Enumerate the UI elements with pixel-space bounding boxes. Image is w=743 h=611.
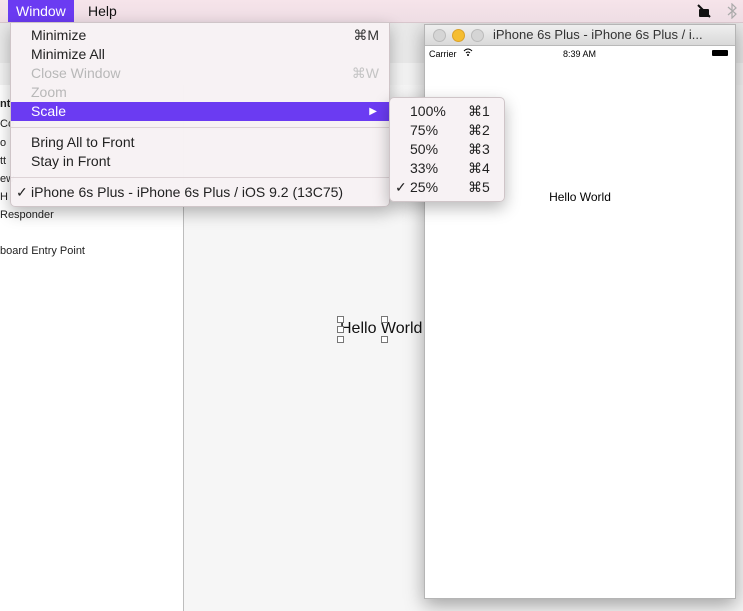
scale-75[interactable]: 75% ⌘2 — [390, 121, 504, 140]
carrier-label: Carrier — [429, 49, 457, 59]
menu-window[interactable]: Window — [8, 0, 74, 22]
wifi-icon — [463, 47, 473, 59]
menu-item-bring-all-to-front[interactable]: Bring All to Front — [11, 133, 389, 152]
menu-separator — [11, 127, 389, 128]
bluetooth-icon[interactable] — [724, 2, 740, 20]
submenu-arrow-icon: ▶ — [369, 106, 377, 117]
battery-icon — [712, 50, 728, 56]
close-window-button[interactable] — [433, 29, 446, 42]
outline-row[interactable]: tt — [0, 155, 6, 167]
resize-handle[interactable] — [381, 316, 388, 323]
ios-clock: 8:39 AM — [563, 49, 597, 59]
outline-row[interactable]: H — [0, 191, 8, 203]
outline-row-entry-point[interactable]: board Entry Point — [0, 245, 85, 257]
menu-item-minimize[interactable]: Minimize ⌘M — [11, 26, 389, 45]
window-menu: Minimize ⌘M Minimize All Close Window ⌘W… — [10, 22, 390, 207]
menu-item-scale[interactable]: Scale ▶ — [11, 102, 389, 121]
simulator-title: iPhone 6s Plus - iPhone 6s Plus / i... — [493, 27, 703, 42]
resize-handle[interactable] — [337, 326, 344, 333]
menu-item-zoom: Zoom — [31, 84, 67, 100]
zoom-window-button[interactable] — [471, 29, 484, 42]
scale-submenu: 100% ⌘1 75% ⌘2 50% ⌘3 33% ⌘4 ✓ 25% ⌘5 — [389, 97, 505, 202]
outline-row[interactable]: o — [0, 137, 6, 149]
checkmark-icon: ✓ — [16, 184, 28, 200]
menu-item-minimize-all[interactable]: Minimize All — [11, 45, 389, 64]
minimize-window-button[interactable] — [452, 29, 465, 42]
outline-row-first-responder[interactable]: Responder — [0, 209, 54, 221]
scale-50[interactable]: 50% ⌘3 — [390, 140, 504, 159]
outline-row[interactable]: nt — [0, 98, 10, 110]
resize-handle[interactable] — [381, 336, 388, 343]
sleep-icon[interactable] — [696, 3, 712, 19]
simulator-title-bar[interactable]: iPhone 6s Plus - iPhone 6s Plus / i... — [425, 25, 735, 46]
menu-item-simulator-window[interactable]: ✓ iPhone 6s Plus - iPhone 6s Plus / iOS … — [11, 183, 389, 202]
checkmark-icon: ✓ — [395, 179, 407, 195]
menu-bar: Window Help — [0, 0, 743, 23]
scale-25[interactable]: ✓ 25% ⌘5 — [390, 178, 504, 197]
menu-item-close-window: Close Window ⌘W — [31, 65, 379, 81]
scale-33[interactable]: 33% ⌘4 — [390, 159, 504, 178]
resize-handle[interactable] — [337, 316, 344, 323]
menu-separator — [11, 177, 389, 178]
menu-item-stay-in-front[interactable]: Stay in Front — [11, 152, 389, 171]
menu-help[interactable]: Help — [80, 0, 125, 22]
resize-handle[interactable] — [337, 336, 344, 343]
ios-status-bar: Carrier 8:39 AM — [425, 46, 735, 62]
scale-100[interactable]: 100% ⌘1 — [390, 102, 504, 121]
